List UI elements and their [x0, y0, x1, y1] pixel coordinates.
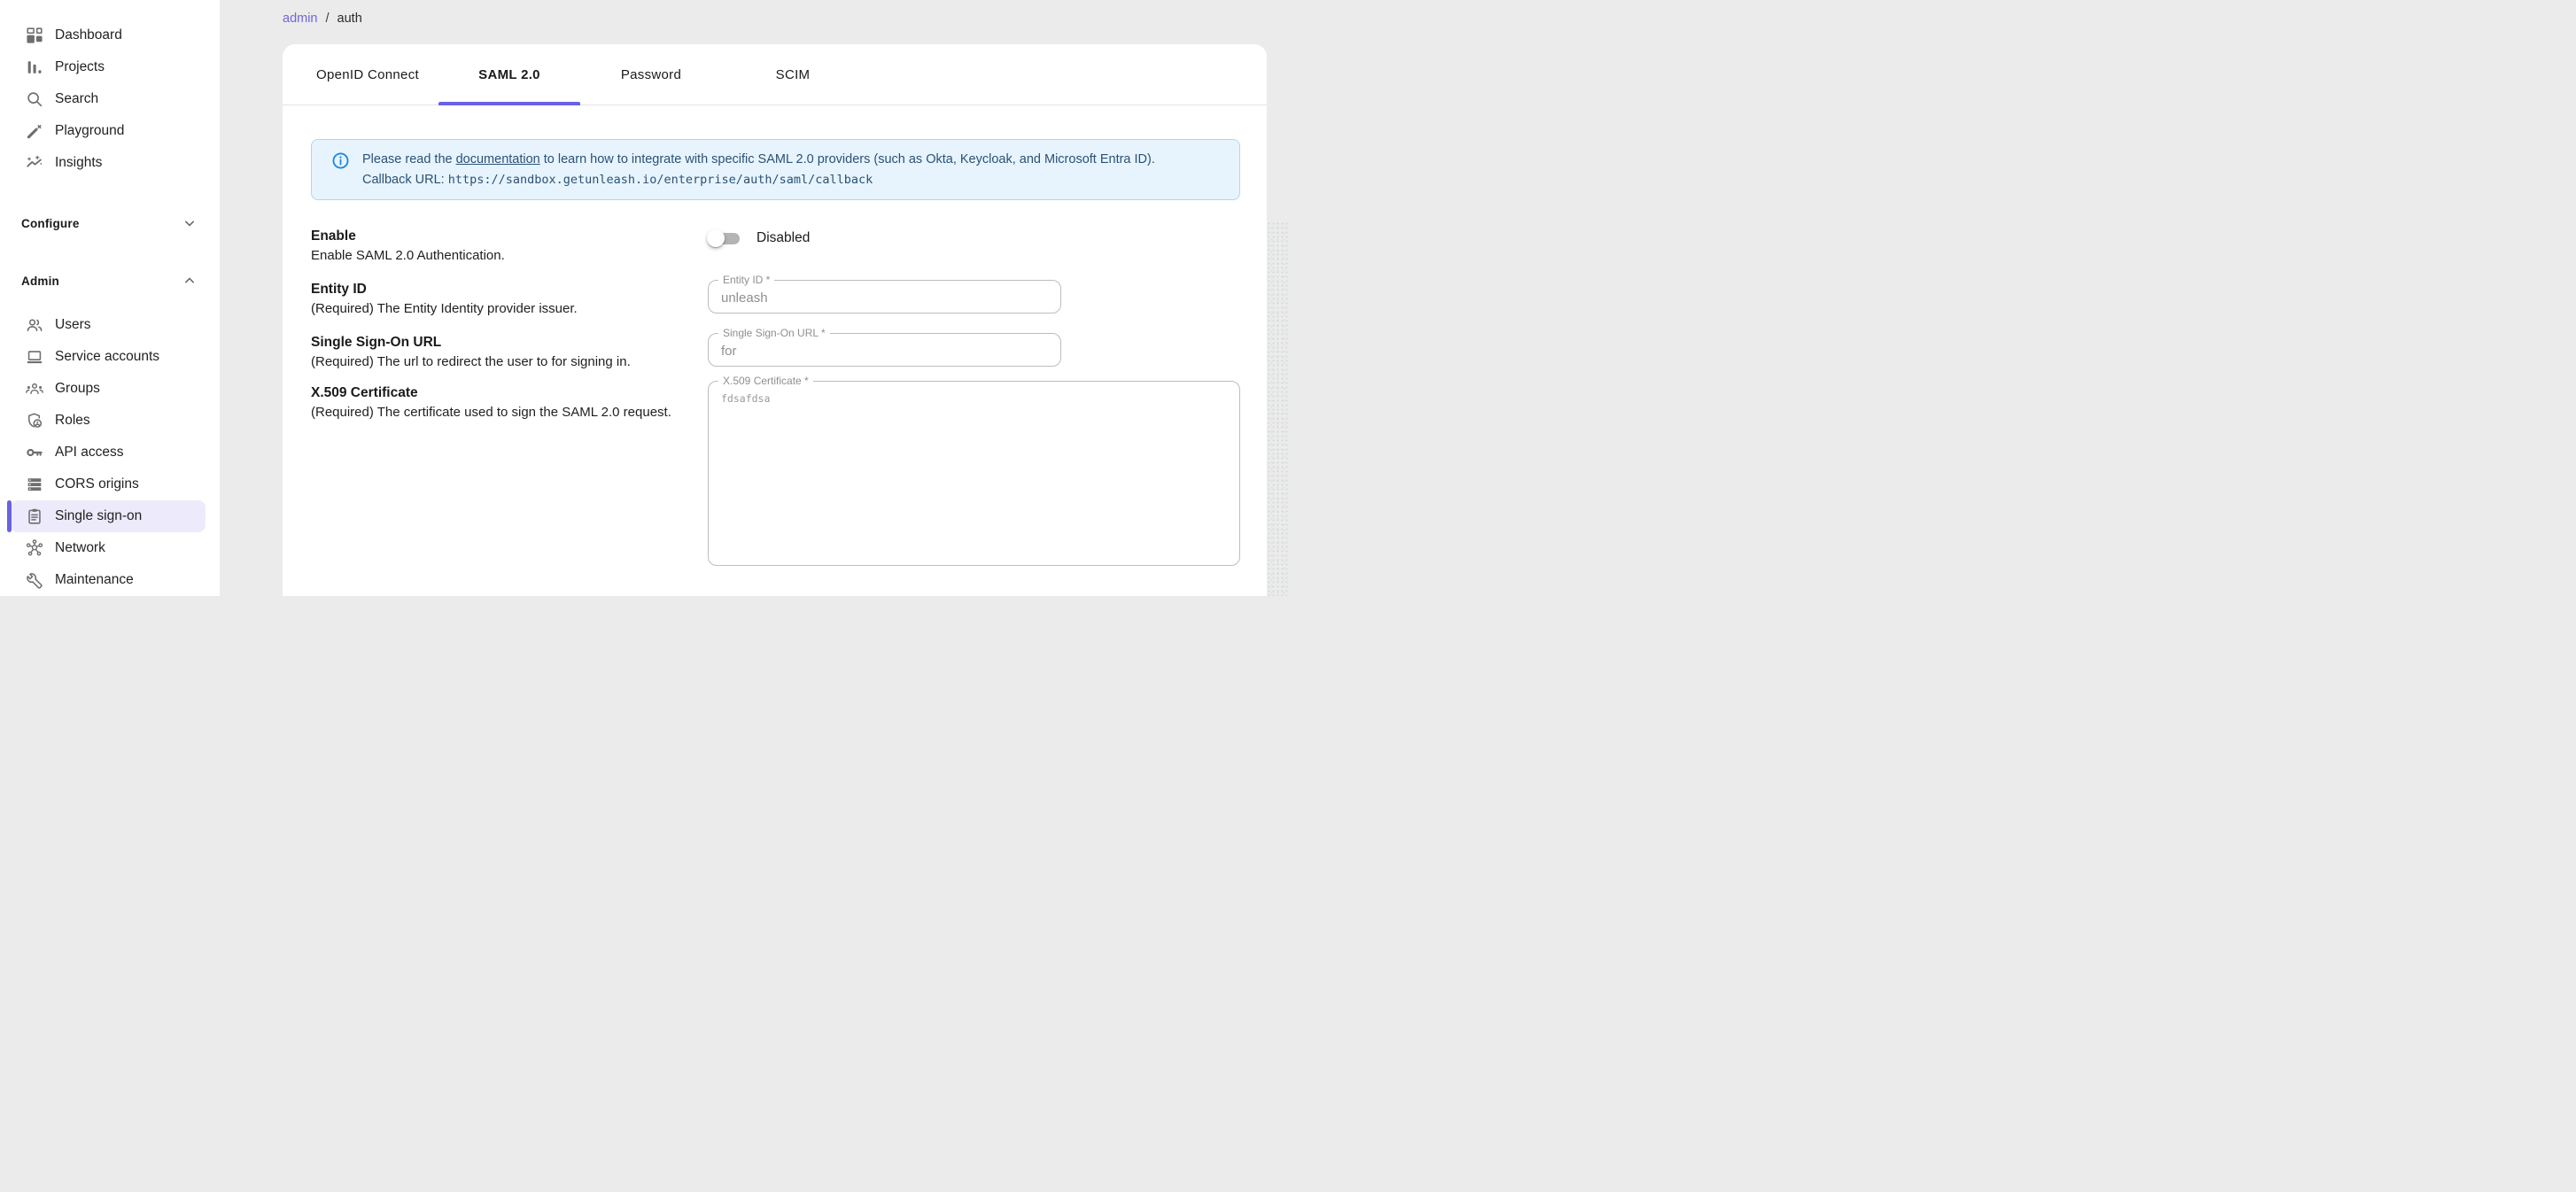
tab-label: OpenID Connect — [316, 67, 419, 82]
info-icon — [331, 151, 350, 170]
laptop-icon — [25, 347, 44, 367]
sidebar-item-label: Service accounts — [55, 349, 159, 365]
sidebar-item-label: Projects — [55, 59, 105, 75]
documentation-link[interactable]: documentation — [456, 152, 540, 166]
app-root: Dashboard Projects Search — [0, 0, 1288, 596]
toggle-switch-icon — [708, 228, 741, 248]
certificate-row: X.509 Certificate (Required) The certifi… — [311, 383, 1240, 566]
entity-id-row: Entity ID (Required) The Entity Identity… — [311, 280, 1240, 319]
field-label: Single Sign-On URL * — [718, 327, 830, 339]
sidebar-section-admin[interactable]: Admin — [0, 265, 220, 297]
sidebar-item-label: API access — [55, 445, 124, 461]
background-texture — [1267, 221, 1288, 596]
key-icon — [25, 443, 44, 462]
sidebar: Dashboard Projects Search — [0, 0, 220, 596]
projects-icon — [25, 58, 44, 77]
sso-url-field: Single Sign-On URL * — [708, 333, 1061, 367]
tab-scim[interactable]: SCIM — [722, 44, 864, 104]
section-title: Enable — [311, 227, 708, 246]
sidebar-item-dashboard[interactable]: Dashboard — [11, 19, 206, 51]
tab-openid-connect[interactable]: OpenID Connect — [297, 44, 438, 104]
sidebar-item-label: Users — [55, 317, 90, 333]
groups-icon — [25, 379, 44, 399]
tab-saml-2-0[interactable]: SAML 2.0 — [438, 44, 580, 104]
sidebar-item-api-access[interactable]: API access — [11, 437, 206, 468]
info-alert: Please read the documentation to learn h… — [311, 139, 1240, 200]
tab-label: SCIM — [776, 67, 811, 82]
section-description: (Required) The certificate used to sign … — [311, 403, 683, 422]
clipboard-icon — [25, 507, 44, 526]
breadcrumb-link-admin[interactable]: admin — [283, 12, 318, 26]
active-tab-indicator — [438, 102, 580, 105]
sidebar-item-roles[interactable]: Roles — [11, 405, 206, 437]
sidebar-item-users[interactable]: Users — [11, 309, 206, 341]
sidebar-item-groups[interactable]: Groups — [11, 373, 206, 405]
callback-url: https://sandbox.getunleash.io/enterprise… — [448, 173, 873, 187]
chevron-down-icon — [181, 214, 198, 232]
saml-settings-panel: Please read the documentation to learn h… — [283, 105, 1267, 566]
dashboard-icon — [25, 26, 44, 45]
insights-icon — [25, 153, 44, 173]
toggle-state-label: Disabled — [757, 230, 810, 246]
sidebar-item-maintenance[interactable]: Maintenance — [11, 564, 206, 596]
sidebar-item-label: Playground — [55, 123, 124, 139]
field-label: Entity ID * — [718, 274, 774, 286]
certificate-textarea[interactable]: fdsafdsa — [709, 382, 1239, 565]
section-description: Enable SAML 2.0 Authentication. — [311, 246, 683, 266]
section-label: Configure — [21, 217, 80, 230]
sidebar-item-single-sign-on[interactable]: Single sign-on — [11, 500, 206, 532]
breadcrumb: admin / auth — [283, 12, 362, 26]
sidebar-top-nav: Dashboard Projects Search — [0, 19, 220, 179]
sidebar-item-label: Search — [55, 91, 98, 107]
section-description: (Required) The Entity Identity provider … — [311, 299, 683, 319]
shield-person-icon — [25, 411, 44, 430]
callback-url-label: Callback URL: — [362, 173, 448, 187]
sidebar-section-configure[interactable]: Configure — [0, 207, 220, 239]
hub-icon — [25, 538, 44, 558]
chevron-up-icon — [181, 272, 198, 290]
tab-label: Password — [621, 67, 681, 82]
sso-url-row: Single Sign-On URL (Required) The url to… — [311, 333, 1240, 372]
tab-bar: OpenID Connect SAML 2.0 Password SCIM — [283, 44, 1267, 105]
search-icon — [25, 89, 44, 109]
main-content: admin / auth OpenID Connect SAML 2.0 Pas… — [220, 0, 1288, 596]
section-title: Entity ID — [311, 280, 708, 299]
breadcrumb-separator: / — [326, 12, 330, 26]
settings-card: OpenID Connect SAML 2.0 Password SCIM — [283, 44, 1267, 596]
section-description: (Required) The url to redirect the user … — [311, 352, 683, 372]
section-title: Single Sign-On URL — [311, 333, 708, 352]
certificate-field: X.509 Certificate * fdsafdsa — [708, 381, 1240, 566]
sidebar-item-projects[interactable]: Projects — [11, 51, 206, 83]
section-title: X.509 Certificate — [311, 383, 708, 403]
breadcrumb-current: auth — [338, 12, 362, 26]
enable-row: Enable Enable SAML 2.0 Authentication. D… — [311, 227, 1240, 266]
section-label: Admin — [21, 275, 59, 288]
sidebar-item-cors-origins[interactable]: CORS origins — [11, 468, 206, 500]
sidebar-item-label: Maintenance — [55, 572, 134, 588]
users-icon — [25, 315, 44, 335]
sidebar-item-label: Insights — [55, 155, 102, 171]
wrench-icon — [25, 570, 44, 590]
sidebar-item-insights[interactable]: Insights — [11, 147, 206, 179]
sidebar-admin-nav: Users Service accounts G — [0, 309, 220, 596]
playground-icon — [25, 121, 44, 141]
enable-toggle[interactable]: Disabled — [708, 228, 1240, 248]
sidebar-item-network[interactable]: Network — [11, 532, 206, 564]
alert-text: Please read the documentation to learn h… — [362, 150, 1155, 190]
sidebar-item-playground[interactable]: Playground — [11, 115, 206, 147]
server-list-icon — [25, 475, 44, 494]
sidebar-item-service-accounts[interactable]: Service accounts — [11, 341, 206, 373]
sidebar-item-label: Network — [55, 540, 105, 556]
sidebar-item-label: Groups — [55, 381, 100, 397]
sidebar-item-label: Single sign-on — [55, 508, 142, 524]
entity-id-field: Entity ID * — [708, 280, 1061, 313]
sidebar-item-label: Dashboard — [55, 27, 122, 43]
tab-password[interactable]: Password — [580, 44, 722, 104]
sidebar-item-label: CORS origins — [55, 476, 139, 492]
field-label: X.509 Certificate * — [718, 375, 813, 387]
tab-label: SAML 2.0 — [478, 67, 540, 82]
sidebar-item-search[interactable]: Search — [11, 83, 206, 115]
sidebar-item-label: Roles — [55, 413, 90, 429]
